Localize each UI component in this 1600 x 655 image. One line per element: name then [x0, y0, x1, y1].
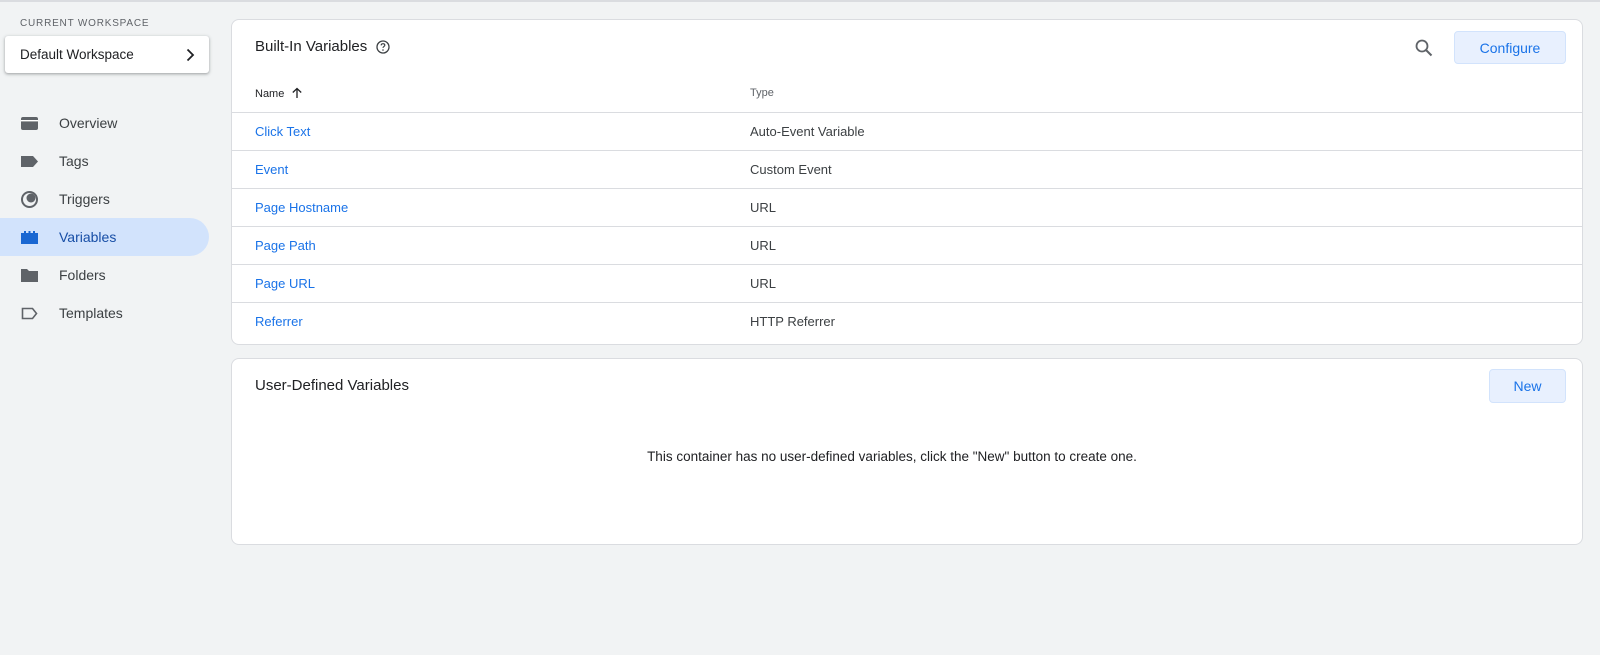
card-title: User-Defined Variables — [255, 377, 409, 394]
variable-type: Auto-Event Variable — [750, 112, 1582, 151]
sidebar-item-triggers[interactable]: Triggers — [0, 180, 209, 218]
folder-icon — [20, 266, 39, 285]
sidebar-item-label: Triggers — [59, 191, 110, 207]
sidebar-item-label: Tags — [59, 153, 89, 169]
new-variable-button[interactable]: New — [1489, 369, 1566, 403]
search-icon — [1415, 39, 1433, 57]
variable-name-link[interactable]: Page Path — [232, 226, 750, 265]
sidebar-item-variables[interactable]: Variables — [0, 218, 209, 256]
variable-name-link[interactable]: Page Hostname — [232, 188, 750, 227]
chevron-right-icon — [186, 48, 195, 61]
workspace-selector[interactable]: Default Workspace — [5, 36, 209, 73]
variable-name-link[interactable]: Page URL — [232, 264, 750, 303]
sidebar-item-tags[interactable]: Tags — [0, 142, 209, 180]
sidebar-item-label: Templates — [59, 305, 123, 321]
sidebar-item-templates[interactable]: Templates — [0, 294, 209, 332]
empty-state-message: This container has no user-defined varia… — [647, 449, 1137, 464]
table-row: Click Text Auto-Event Variable — [232, 112, 1582, 151]
table-row: Page URL URL — [232, 264, 1582, 303]
variable-type: URL — [750, 188, 1582, 227]
help-icon[interactable] — [376, 39, 390, 54]
variable-type: Custom Event — [750, 150, 1582, 189]
trigger-icon — [20, 190, 39, 209]
builtin-variables-title-row: Built-In Variables — [255, 38, 390, 55]
sidebar-nav: Overview Tags Triggers Variables Folders — [0, 104, 210, 332]
configure-button[interactable]: Configure — [1454, 31, 1566, 64]
table-row: Page Hostname URL — [232, 188, 1582, 227]
top-divider — [0, 0, 1600, 2]
tag-icon — [20, 152, 39, 171]
table-row: Page Path URL — [232, 226, 1582, 265]
variable-type: URL — [750, 264, 1582, 303]
sidebar-item-overview[interactable]: Overview — [0, 104, 209, 142]
column-header-type[interactable]: Type — [750, 75, 1582, 113]
sidebar-item-label: Variables — [59, 229, 117, 245]
sidebar-item-folders[interactable]: Folders — [0, 256, 209, 294]
workspace-label: CURRENT WORKSPACE — [20, 18, 150, 29]
overview-icon — [20, 114, 39, 133]
variable-name-link[interactable]: Event — [232, 150, 750, 189]
builtin-variables-card: Built-In Variables Configure Name Type C… — [231, 19, 1583, 345]
card-title: Built-In Variables — [255, 38, 368, 55]
variable-type: HTTP Referrer — [750, 313, 835, 329]
user-defined-variables-card: User-Defined Variables New This containe… — [231, 358, 1583, 545]
column-header-label: Name — [255, 87, 285, 100]
table-row: Event Custom Event — [232, 150, 1582, 189]
variable-type: URL — [750, 226, 1582, 265]
sidebar-item-label: Overview — [59, 115, 118, 131]
column-header-name[interactable]: Name — [232, 75, 750, 113]
table-row: Referrer HTTP Referrer — [232, 302, 1582, 340]
sidebar: CURRENT WORKSPACE Default Workspace Over… — [0, 0, 210, 655]
search-button[interactable] — [1412, 36, 1436, 60]
template-icon — [20, 304, 39, 323]
table-header-row: Name Type — [232, 75, 1582, 113]
builtin-variables-table: Name Type Click Text Auto-Event Variable… — [232, 75, 1582, 340]
sort-ascending-icon — [292, 87, 303, 98]
sidebar-item-label: Folders — [59, 267, 106, 283]
workspace-name: Default Workspace — [20, 47, 134, 62]
variable-name-link[interactable]: Click Text — [232, 112, 750, 151]
variable-name-link[interactable]: Referrer — [232, 302, 750, 340]
variables-icon — [20, 228, 39, 247]
